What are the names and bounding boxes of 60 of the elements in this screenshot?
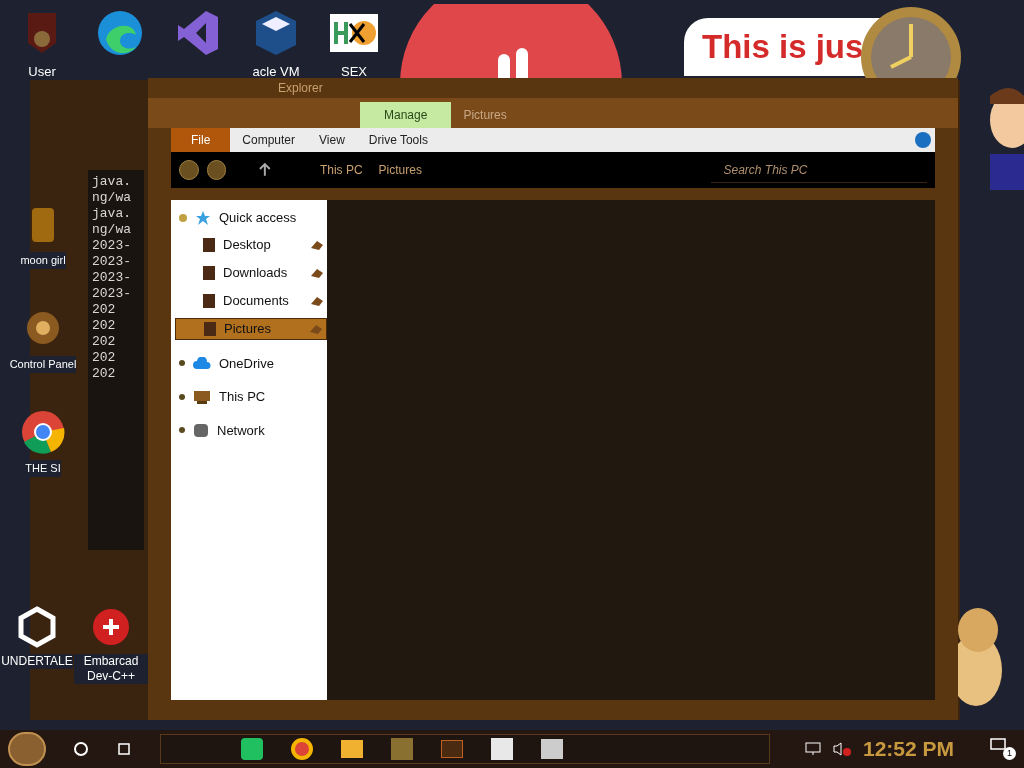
muted-speaker-icon[interactable] bbox=[832, 742, 851, 756]
console-line: ng/wa bbox=[91, 190, 132, 206]
ribbon-tab[interactable]: Drive Tools bbox=[356, 128, 440, 152]
window-title: Explorer bbox=[278, 80, 323, 97]
hex-editor-icon bbox=[330, 14, 378, 52]
ribbon-tab[interactable]: Computer bbox=[230, 128, 308, 152]
nav-item[interactable]: Desktop bbox=[175, 233, 327, 256]
console-line: java. bbox=[91, 206, 132, 222]
console-line: ng/wa bbox=[91, 222, 132, 238]
desktop-icon-label[interactable]: Embarcad Dev-C++ bbox=[74, 654, 148, 684]
folder-icon bbox=[203, 265, 215, 280]
infinity-logo-icon bbox=[176, 9, 220, 57]
computer-icon bbox=[193, 388, 211, 405]
help-icon[interactable] bbox=[915, 132, 931, 148]
console-line: 2023- bbox=[91, 270, 132, 286]
console-line: 202 bbox=[91, 318, 117, 334]
desktop-icon-label[interactable]: User bbox=[28, 62, 56, 82]
nav-item[interactable]: Downloads bbox=[175, 261, 327, 284]
console-line: java. bbox=[91, 174, 132, 190]
task-view-icon[interactable] bbox=[116, 741, 132, 757]
nav-item[interactable]: Quick access bbox=[219, 208, 297, 228]
desktop-icon-label[interactable]: THE SI bbox=[25, 460, 61, 477]
console-line: 202 bbox=[91, 350, 117, 366]
folder-icon bbox=[203, 293, 215, 308]
console-line: 2023- bbox=[91, 254, 132, 270]
address-bar[interactable]: This PC Pictures bbox=[311, 157, 704, 183]
desktop-icon-label[interactable]: SEX bbox=[341, 62, 367, 82]
wave-logo-icon bbox=[96, 9, 144, 57]
cube-icon bbox=[254, 9, 298, 57]
ribbon-tab[interactable]: View bbox=[307, 128, 357, 152]
console-line: 202 bbox=[91, 366, 117, 382]
notification-icon[interactable] bbox=[990, 738, 1006, 752]
console-line: 2023- bbox=[91, 238, 132, 254]
notification-count: 1 bbox=[1003, 747, 1016, 760]
back-button[interactable] bbox=[179, 160, 199, 180]
breadcrumb-item[interactable]: This PC bbox=[319, 161, 363, 179]
nav-item[interactable]: Pictures bbox=[175, 317, 327, 340]
cloud-icon bbox=[193, 357, 211, 370]
folder-icon bbox=[203, 237, 215, 252]
nav-item[interactable]: OneDrive bbox=[219, 353, 274, 373]
start-button[interactable] bbox=[8, 732, 46, 766]
clock[interactable]: 12:52 PM bbox=[862, 733, 954, 765]
nav-item[interactable]: This PC bbox=[219, 387, 266, 407]
breadcrumb-item[interactable]: Pictures bbox=[378, 161, 422, 179]
desktop-icon-label[interactable]: Control Panel bbox=[9, 356, 77, 373]
desktop-icon-label[interactable]: acle VM bbox=[252, 62, 300, 82]
console-line: 2023- bbox=[91, 286, 132, 302]
desktop-icon-label[interactable]: moon girl bbox=[20, 252, 66, 269]
desktop-icon-label[interactable]: UNDERTALE bbox=[1, 654, 73, 669]
nav-item[interactable]: Network bbox=[217, 420, 265, 440]
ribbon-tab[interactable]: File bbox=[171, 128, 231, 152]
folder-icon bbox=[204, 321, 216, 336]
forward-button[interactable] bbox=[206, 160, 227, 180]
up-arrow-icon[interactable] bbox=[258, 163, 272, 177]
star-icon bbox=[195, 209, 211, 226]
console-line: 202 bbox=[91, 302, 117, 318]
search-field[interactable]: Search This PC bbox=[711, 157, 927, 183]
context-tab[interactable]: Manage bbox=[360, 102, 452, 128]
console-line: 202 bbox=[91, 334, 117, 350]
nav-item[interactable]: Documents bbox=[175, 289, 327, 312]
